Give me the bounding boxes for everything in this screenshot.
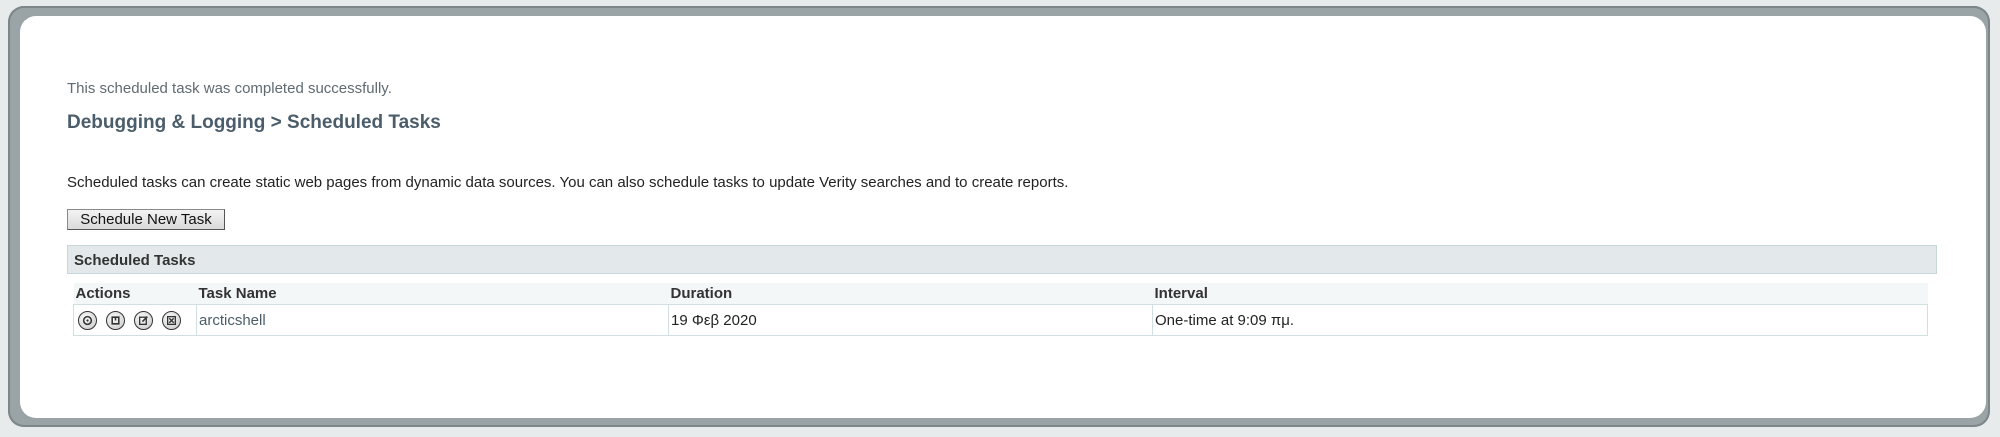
duration-cell: 19 Φεβ 2020 (668, 304, 1153, 336)
task-name-cell[interactable]: arcticshell (196, 304, 669, 336)
column-header-actions: Actions (73, 283, 197, 305)
page-description: Scheduled tasks can create static web pa… (67, 174, 1069, 191)
table-row: arcticshell 19 Φεβ 2020 One-time at 9:09… (73, 304, 1928, 336)
interval-cell: One-time at 9:09 πμ. (1152, 304, 1928, 336)
actions-cell (73, 304, 197, 336)
content-panel (20, 16, 1986, 418)
column-header-task-name: Task Name (196, 283, 669, 305)
status-message: This scheduled task was completed succes… (67, 80, 392, 97)
column-header-interval: Interval (1152, 283, 1928, 305)
scheduled-tasks-section: Scheduled Tasks Actions Task Name Durati… (67, 245, 1937, 341)
delete-icon[interactable] (162, 310, 181, 330)
run-icon[interactable] (78, 310, 97, 330)
table-header-row: Actions Task Name Duration Interval (73, 283, 1928, 305)
edit-icon[interactable] (134, 310, 153, 330)
tasks-table: Actions Task Name Duration Interval arct… (73, 283, 1928, 336)
schedule-new-task-button[interactable]: Schedule New Task (67, 209, 225, 230)
section-title: Scheduled Tasks (74, 252, 196, 269)
section-header: Scheduled Tasks (67, 245, 1937, 274)
page-title: Debugging & Logging > Scheduled Tasks (67, 112, 441, 133)
pause-icon[interactable] (106, 310, 125, 330)
column-header-duration: Duration (668, 283, 1153, 305)
